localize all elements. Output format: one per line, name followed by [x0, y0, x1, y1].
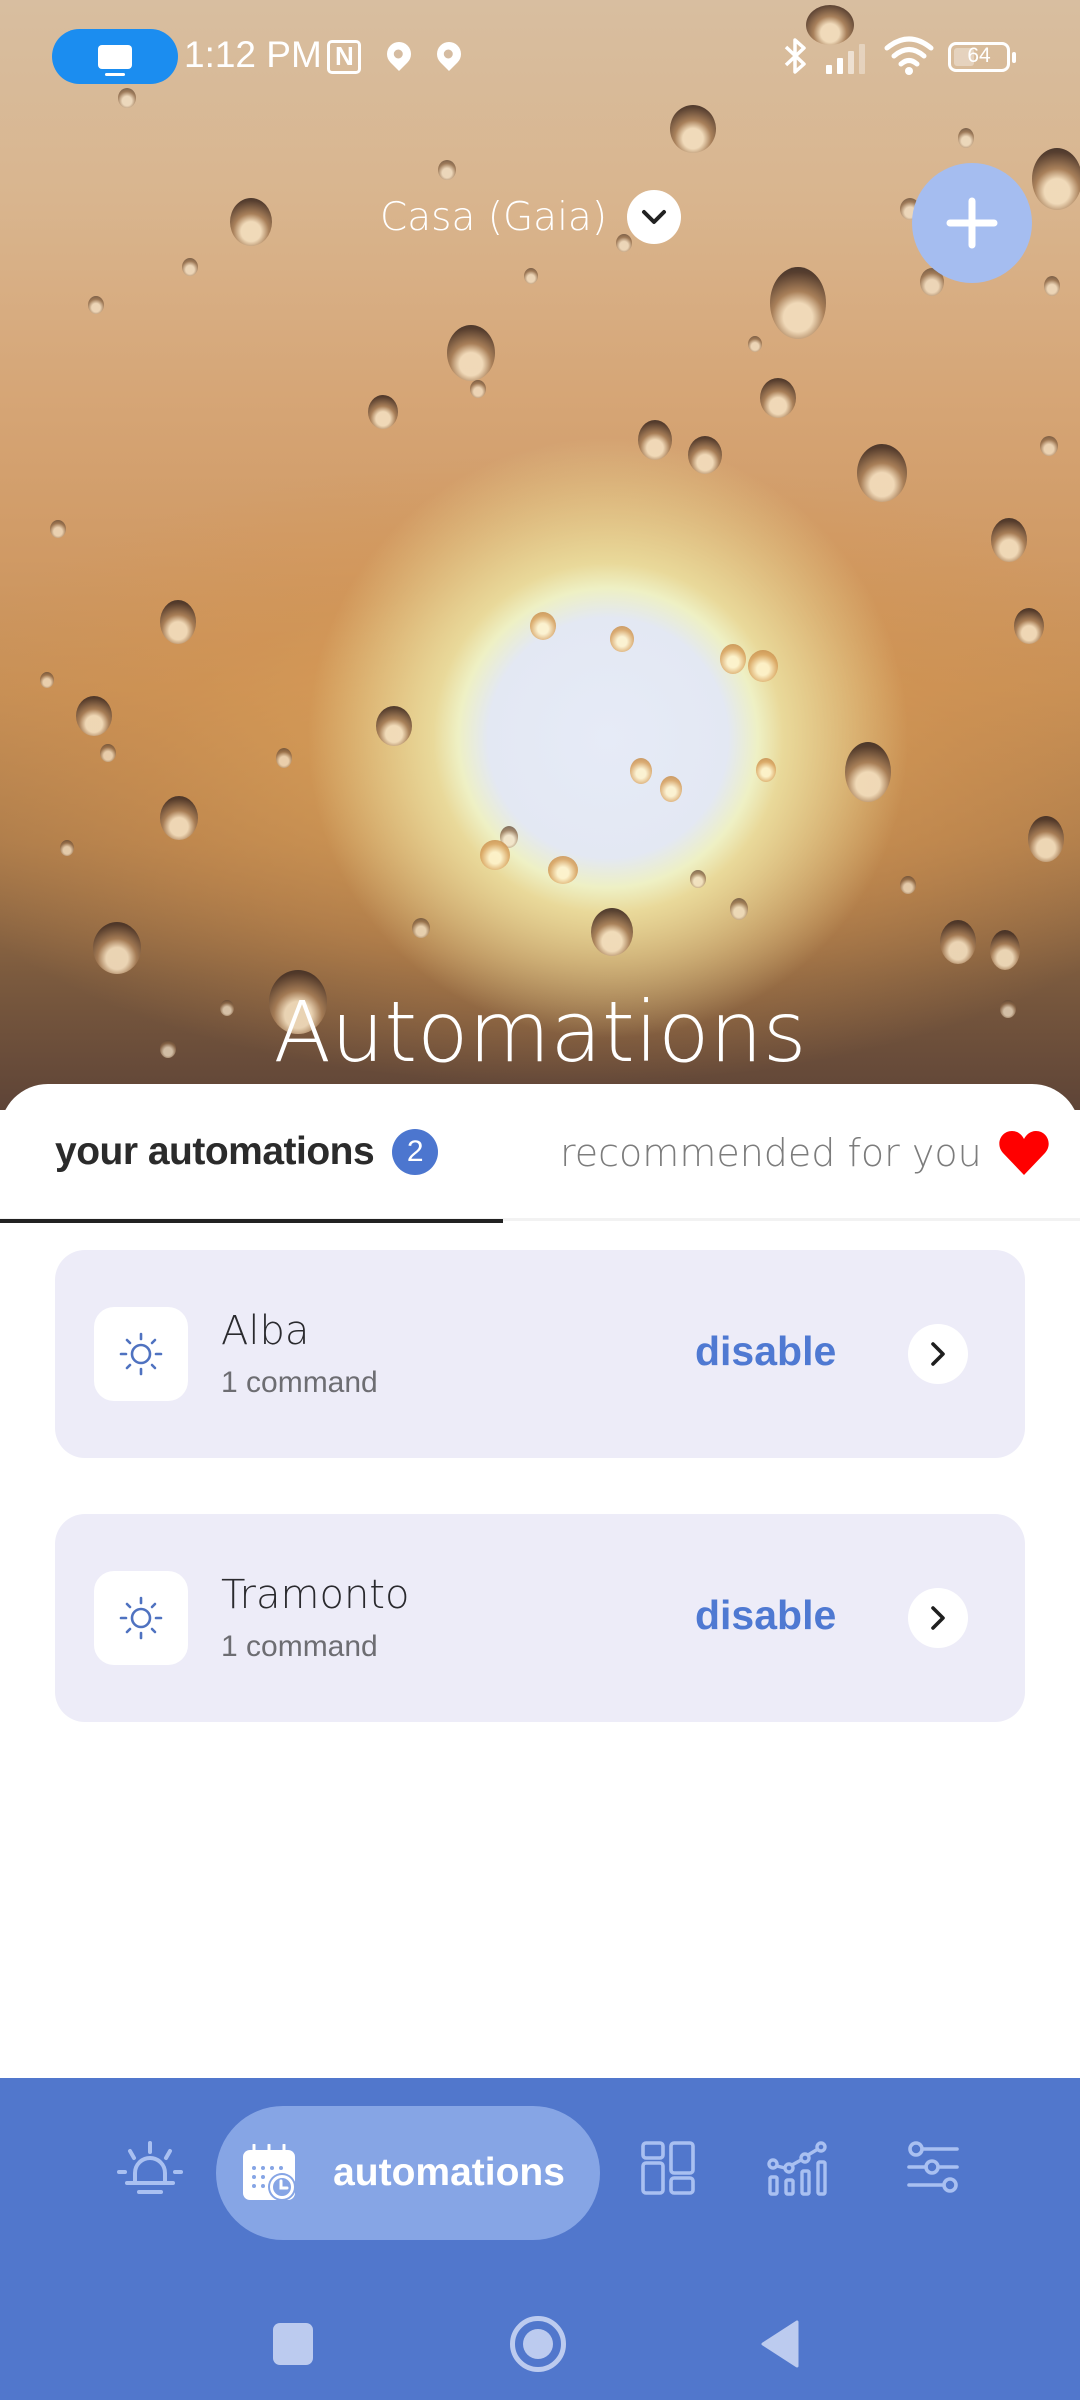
- chart-icon: [767, 2141, 827, 2196]
- sun-icon: [119, 1596, 163, 1640]
- nfc-icon: [327, 40, 361, 74]
- tab-recommended[interactable]: recommended for you: [560, 1084, 1080, 1221]
- chevron-right-icon: [931, 1606, 945, 1630]
- location-icon: [382, 37, 416, 71]
- open-automation-button[interactable]: [908, 1588, 968, 1648]
- tab-bar: your automations 2 recommended for you: [0, 1084, 1080, 1223]
- nav-dashboard[interactable]: [628, 2128, 708, 2208]
- battery-level: 64: [967, 44, 991, 67]
- add-automation-button[interactable]: [912, 163, 1032, 283]
- home-button[interactable]: [510, 2316, 566, 2372]
- open-automation-button[interactable]: [908, 1324, 968, 1384]
- nav-automations[interactable]: automations: [216, 2106, 600, 2240]
- wifi-icon: [884, 34, 934, 76]
- status-bar: 1:12 PM 64: [0, 0, 1080, 115]
- bottom-nav: automations: [0, 2078, 1080, 2258]
- back-button[interactable]: [760, 2320, 800, 2368]
- nav-settings[interactable]: [893, 2128, 973, 2208]
- home-name: Casa (Gaia): [380, 194, 608, 240]
- dashboard-icon: [641, 2141, 695, 2195]
- automation-icon-box: [94, 1571, 188, 1665]
- tab-label: your automations: [55, 1129, 375, 1173]
- battery-icon: 64: [948, 42, 1016, 72]
- disable-button[interactable]: disable: [695, 1328, 836, 1375]
- chevron-right-icon: [931, 1342, 945, 1366]
- recents-button[interactable]: [273, 2323, 313, 2365]
- nav-label: automations: [333, 2151, 565, 2194]
- status-time: 1:12 PM: [184, 34, 322, 75]
- system-navigation-bar: [0, 2278, 1080, 2400]
- sliders-icon: [907, 2141, 959, 2193]
- automation-card[interactable]: Tramonto 1 command disable: [55, 1514, 1025, 1722]
- bluetooth-icon: [783, 36, 809, 86]
- screen-cast-icon: [98, 44, 132, 76]
- plus-icon: [946, 197, 998, 249]
- content-sheet: your automations 2 recommended for you A…: [0, 1084, 1080, 2084]
- automation-subtitle: 1 command: [221, 1630, 378, 1663]
- count-badge: 2: [392, 1128, 439, 1175]
- page-title: Automations: [273, 983, 807, 1081]
- sun-icon: [119, 1332, 163, 1376]
- tab-your-automations[interactable]: your automations 2: [0, 1084, 503, 1223]
- heart-icon: [998, 1130, 1049, 1175]
- location-icon: [432, 37, 466, 71]
- automation-subtitle: 1 command: [221, 1366, 378, 1399]
- nav-alarm[interactable]: [110, 2128, 190, 2208]
- bottom-bar: automations: [0, 2078, 1080, 2400]
- signal-icon: [824, 42, 874, 74]
- alarm-light-icon: [117, 2141, 183, 2194]
- disable-button[interactable]: disable: [695, 1592, 836, 1639]
- calendar-clock-icon: [243, 2144, 297, 2201]
- screen-cast-indicator[interactable]: [52, 29, 178, 84]
- automation-name: Alba: [221, 1308, 310, 1354]
- hero-background-image: [0, 0, 1080, 1110]
- automation-icon-box: [94, 1307, 188, 1401]
- home-selector[interactable]: Casa (Gaia): [380, 190, 682, 244]
- chevron-down-icon[interactable]: [627, 190, 682, 244]
- automation-name: Tramonto: [221, 1572, 410, 1618]
- tab-label: recommended for you: [560, 1130, 982, 1175]
- nav-statistics[interactable]: [758, 2128, 838, 2208]
- automation-card[interactable]: Alba 1 command disable: [55, 1250, 1025, 1458]
